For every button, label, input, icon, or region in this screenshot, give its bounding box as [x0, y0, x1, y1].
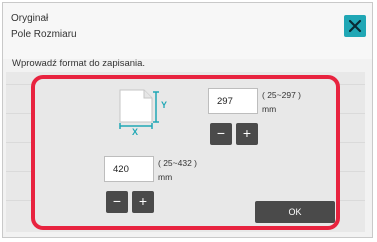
y-range-label: ( 25~297 ) [262, 90, 301, 100]
dialog-header: Oryginał Pole Rozmiaru [3, 3, 372, 59]
instruction-text: Wprowadź format do zapisania. [12, 58, 146, 69]
y-unit-label: mm [262, 104, 277, 114]
x-range-label: ( 25~432 ) [158, 158, 197, 168]
ok-button[interactable]: OK [255, 201, 335, 223]
dialog-subtitle: Pole Rozmiaru [11, 29, 77, 40]
x-decrease-button[interactable]: − [106, 191, 128, 213]
x-size-input[interactable]: 420 [104, 156, 154, 182]
y-decrease-button[interactable]: − [210, 123, 232, 145]
y-axis-label: Y [161, 100, 167, 110]
close-button[interactable] [344, 15, 366, 37]
close-icon [348, 19, 362, 33]
y-size-input[interactable]: 297 [208, 88, 258, 114]
x-increase-button[interactable]: + [132, 191, 154, 213]
y-increase-button[interactable]: + [236, 123, 258, 145]
paper-size-icon: Y X [119, 89, 167, 136]
x-unit-label: mm [158, 172, 173, 182]
x-axis-label: X [132, 127, 138, 136]
dialog-title: Oryginał [11, 13, 49, 24]
